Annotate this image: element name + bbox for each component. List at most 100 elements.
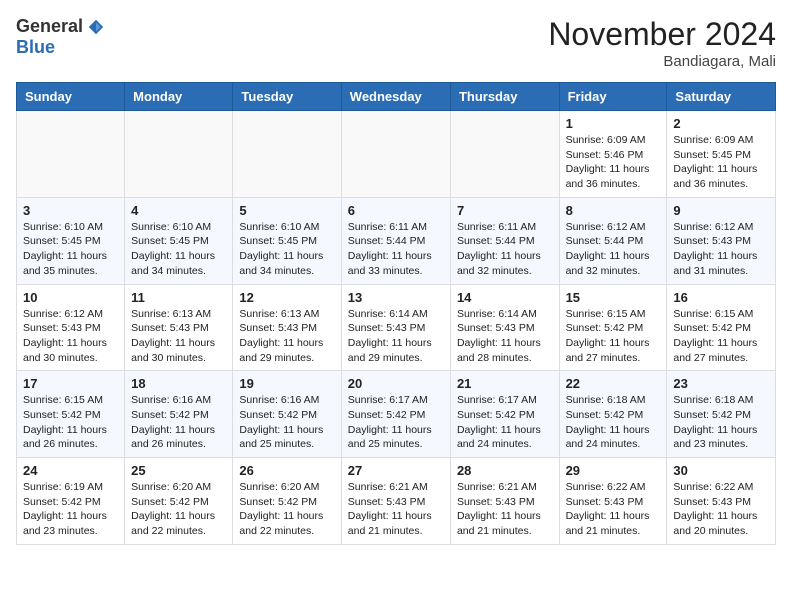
day-number: 16 bbox=[673, 290, 769, 305]
calendar-header-row: SundayMondayTuesdayWednesdayThursdayFrid… bbox=[17, 83, 776, 111]
calendar-cell: 30 Sunrise: 6:22 AM Sunset: 5:43 PM Dayli… bbox=[667, 458, 776, 545]
day-number: 22 bbox=[566, 376, 661, 391]
day-number: 18 bbox=[131, 376, 226, 391]
calendar-cell: 24Sunrise: 6:19 AM Sunset: 5:42 PM Dayli… bbox=[17, 458, 125, 545]
calendar-table: SundayMondayTuesdayWednesdayThursdayFrid… bbox=[16, 82, 776, 545]
weekday-header-friday: Friday bbox=[559, 83, 667, 111]
calendar-cell: 3 Sunrise: 6:10 AM Sunset: 5:45 PM Daylig… bbox=[17, 197, 125, 284]
day-info: Sunrise: 6:10 AM Sunset: 5:45 PM Dayligh… bbox=[131, 220, 226, 279]
day-number: 9 bbox=[673, 203, 769, 218]
day-number: 30 bbox=[673, 463, 769, 478]
day-info: Sunrise: 6:16 AM Sunset: 5:42 PM Dayligh… bbox=[239, 393, 334, 452]
day-info: Sunrise: 6:10 AM Sunset: 5:45 PM Dayligh… bbox=[23, 220, 118, 279]
day-number: 6 bbox=[348, 203, 444, 218]
calendar-cell: 10 Sunrise: 6:12 AM Sunset: 5:43 PM Dayli… bbox=[17, 284, 125, 371]
day-number: 23 bbox=[673, 376, 769, 391]
day-info: Sunrise: 6:10 AM Sunset: 5:45 PM Dayligh… bbox=[239, 220, 334, 279]
day-info: Sunrise: 6:14 AM Sunset: 5:43 PM Dayligh… bbox=[457, 307, 553, 366]
month-title: November 2024 bbox=[548, 16, 776, 53]
calendar-cell bbox=[17, 111, 125, 198]
calendar-cell: 18 Sunrise: 6:16 AM Sunset: 5:42 PM Dayli… bbox=[125, 371, 233, 458]
day-info: Sunrise: 6:21 AM Sunset: 5:43 PM Dayligh… bbox=[348, 480, 444, 539]
weekday-header-wednesday: Wednesday bbox=[341, 83, 450, 111]
day-number: 10 bbox=[23, 290, 118, 305]
day-info: Sunrise: 6:20 AM Sunset: 5:42 PM Dayligh… bbox=[239, 480, 334, 539]
day-info: Sunrise: 6:17 AM Sunset: 5:42 PM Dayligh… bbox=[457, 393, 553, 452]
calendar-cell: 6 Sunrise: 6:11 AM Sunset: 5:44 PM Daylig… bbox=[341, 197, 450, 284]
calendar-week-5: 24Sunrise: 6:19 AM Sunset: 5:42 PM Dayli… bbox=[17, 458, 776, 545]
day-info: Sunrise: 6:16 AM Sunset: 5:42 PM Dayligh… bbox=[131, 393, 226, 452]
day-number: 7 bbox=[457, 203, 553, 218]
day-number: 12 bbox=[239, 290, 334, 305]
calendar-cell: 22 Sunrise: 6:18 AM Sunset: 5:42 PM Dayli… bbox=[559, 371, 667, 458]
calendar-week-2: 3 Sunrise: 6:10 AM Sunset: 5:45 PM Daylig… bbox=[17, 197, 776, 284]
calendar-cell: 13Sunrise: 6:14 AM Sunset: 5:43 PM Dayli… bbox=[341, 284, 450, 371]
day-info: Sunrise: 6:11 AM Sunset: 5:44 PM Dayligh… bbox=[457, 220, 553, 279]
day-info: Sunrise: 6:09 AM Sunset: 5:45 PM Dayligh… bbox=[673, 133, 769, 192]
weekday-header-monday: Monday bbox=[125, 83, 233, 111]
calendar-cell: 29 Sunrise: 6:22 AM Sunset: 5:43 PM Dayli… bbox=[559, 458, 667, 545]
day-number: 28 bbox=[457, 463, 553, 478]
day-info: Sunrise: 6:22 AM Sunset: 5:43 PM Dayligh… bbox=[566, 480, 661, 539]
calendar-cell: 9 Sunrise: 6:12 AM Sunset: 5:43 PM Daylig… bbox=[667, 197, 776, 284]
calendar-cell: 26 Sunrise: 6:20 AM Sunset: 5:42 PM Dayli… bbox=[233, 458, 341, 545]
day-number: 20 bbox=[348, 376, 444, 391]
day-number: 26 bbox=[239, 463, 334, 478]
calendar-cell: 8Sunrise: 6:12 AM Sunset: 5:44 PM Daylig… bbox=[559, 197, 667, 284]
day-info: Sunrise: 6:15 AM Sunset: 5:42 PM Dayligh… bbox=[673, 307, 769, 366]
day-number: 27 bbox=[348, 463, 444, 478]
weekday-header-saturday: Saturday bbox=[667, 83, 776, 111]
day-number: 19 bbox=[239, 376, 334, 391]
calendar-cell bbox=[233, 111, 341, 198]
day-number: 15 bbox=[566, 290, 661, 305]
location-title: Bandiagara, Mali bbox=[548, 53, 776, 70]
calendar-cell bbox=[450, 111, 559, 198]
day-info: Sunrise: 6:12 AM Sunset: 5:43 PM Dayligh… bbox=[673, 220, 769, 279]
day-info: Sunrise: 6:21 AM Sunset: 5:43 PM Dayligh… bbox=[457, 480, 553, 539]
day-info: Sunrise: 6:12 AM Sunset: 5:43 PM Dayligh… bbox=[23, 307, 118, 366]
calendar-cell: 14 Sunrise: 6:14 AM Sunset: 5:43 PM Dayli… bbox=[450, 284, 559, 371]
logo-blue-text: Blue bbox=[16, 37, 55, 58]
calendar-cell: 11Sunrise: 6:13 AM Sunset: 5:43 PM Dayli… bbox=[125, 284, 233, 371]
day-info: Sunrise: 6:15 AM Sunset: 5:42 PM Dayligh… bbox=[566, 307, 661, 366]
logo-icon bbox=[87, 18, 105, 36]
calendar-cell: 25Sunrise: 6:20 AM Sunset: 5:42 PM Dayli… bbox=[125, 458, 233, 545]
day-info: Sunrise: 6:11 AM Sunset: 5:44 PM Dayligh… bbox=[348, 220, 444, 279]
weekday-header-thursday: Thursday bbox=[450, 83, 559, 111]
calendar-week-1: 1Sunrise: 6:09 AM Sunset: 5:46 PM Daylig… bbox=[17, 111, 776, 198]
calendar-cell: 5 Sunrise: 6:10 AM Sunset: 5:45 PM Daylig… bbox=[233, 197, 341, 284]
day-info: Sunrise: 6:15 AM Sunset: 5:42 PM Dayligh… bbox=[23, 393, 118, 452]
logo: General Blue bbox=[16, 16, 105, 58]
day-number: 29 bbox=[566, 463, 661, 478]
calendar-cell bbox=[125, 111, 233, 198]
day-number: 21 bbox=[457, 376, 553, 391]
page-header: General Blue November 2024 Bandiagara, M… bbox=[16, 16, 776, 70]
day-number: 4 bbox=[131, 203, 226, 218]
day-number: 13 bbox=[348, 290, 444, 305]
calendar-cell: 21 Sunrise: 6:17 AM Sunset: 5:42 PM Dayli… bbox=[450, 371, 559, 458]
day-info: Sunrise: 6:18 AM Sunset: 5:42 PM Dayligh… bbox=[673, 393, 769, 452]
weekday-header-sunday: Sunday bbox=[17, 83, 125, 111]
calendar-week-4: 17 Sunrise: 6:15 AM Sunset: 5:42 PM Dayli… bbox=[17, 371, 776, 458]
day-info: Sunrise: 6:22 AM Sunset: 5:43 PM Dayligh… bbox=[673, 480, 769, 539]
day-number: 14 bbox=[457, 290, 553, 305]
day-info: Sunrise: 6:13 AM Sunset: 5:43 PM Dayligh… bbox=[239, 307, 334, 366]
calendar-cell: 16 Sunrise: 6:15 AM Sunset: 5:42 PM Dayli… bbox=[667, 284, 776, 371]
title-section: November 2024 Bandiagara, Mali bbox=[548, 16, 776, 70]
logo-general-text: General bbox=[16, 16, 83, 37]
weekday-header-tuesday: Tuesday bbox=[233, 83, 341, 111]
calendar-cell: 15 Sunrise: 6:15 AM Sunset: 5:42 PM Dayli… bbox=[559, 284, 667, 371]
calendar-cell: 7 Sunrise: 6:11 AM Sunset: 5:44 PM Daylig… bbox=[450, 197, 559, 284]
calendar-cell: 4 Sunrise: 6:10 AM Sunset: 5:45 PM Daylig… bbox=[125, 197, 233, 284]
day-info: Sunrise: 6:18 AM Sunset: 5:42 PM Dayligh… bbox=[566, 393, 661, 452]
calendar-week-3: 10 Sunrise: 6:12 AM Sunset: 5:43 PM Dayli… bbox=[17, 284, 776, 371]
day-number: 5 bbox=[239, 203, 334, 218]
day-number: 17 bbox=[23, 376, 118, 391]
calendar-cell: 1Sunrise: 6:09 AM Sunset: 5:46 PM Daylig… bbox=[559, 111, 667, 198]
day-number: 1 bbox=[566, 116, 661, 131]
calendar-cell: 23 Sunrise: 6:18 AM Sunset: 5:42 PM Dayli… bbox=[667, 371, 776, 458]
day-info: Sunrise: 6:19 AM Sunset: 5:42 PM Dayligh… bbox=[23, 480, 118, 539]
day-number: 11 bbox=[131, 290, 226, 305]
day-info: Sunrise: 6:12 AM Sunset: 5:44 PM Dayligh… bbox=[566, 220, 661, 279]
day-number: 3 bbox=[23, 203, 118, 218]
